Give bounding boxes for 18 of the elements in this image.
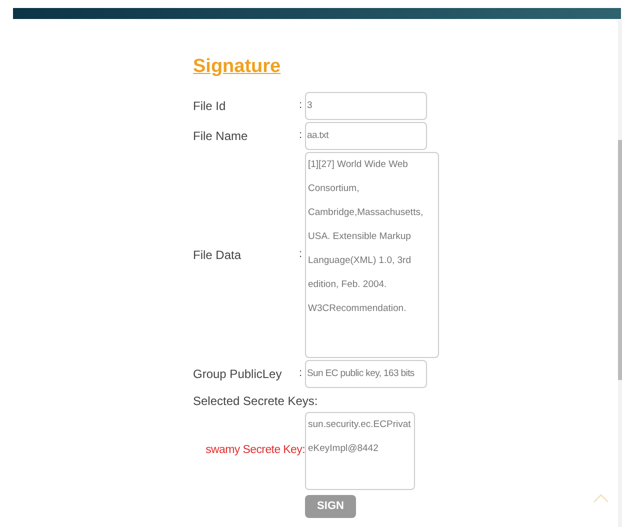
text-field[interactable]: 3 bbox=[305, 92, 427, 120]
colon: : bbox=[299, 98, 304, 114]
text-field[interactable]: aa.txt bbox=[305, 122, 427, 150]
colon: : bbox=[299, 366, 304, 382]
file-data-field[interactable]: [1][27] World Wide Web Consortium, Cambridge,Massachusetts, USA. Extensible Markup Language(XML) 1.0, 3rd edition, Feb. 2004. W3CRecommendation. bbox=[305, 152, 439, 358]
colon: : bbox=[299, 128, 304, 144]
colon: : bbox=[299, 247, 304, 262]
field-label: File Name bbox=[193, 128, 249, 144]
secret-key-field[interactable]: sun.security.ec.ECPrivateKeyImpl@8442 bbox=[305, 412, 415, 490]
page-title: Signature bbox=[193, 55, 281, 79]
chevron-up-icon[interactable] bbox=[593, 493, 609, 503]
field-label: Group PublicLey bbox=[193, 366, 283, 382]
secret-key-label: swamy Secrete Key: bbox=[204, 442, 305, 458]
field-label: File Id bbox=[193, 98, 227, 114]
text-field[interactable]: Sun EC public key, 163 bits bbox=[305, 360, 427, 388]
section-label: Selected Secrete Keys: bbox=[193, 392, 319, 410]
sign-button[interactable]: SIGN bbox=[305, 494, 356, 518]
field-label: File Data bbox=[193, 246, 242, 264]
